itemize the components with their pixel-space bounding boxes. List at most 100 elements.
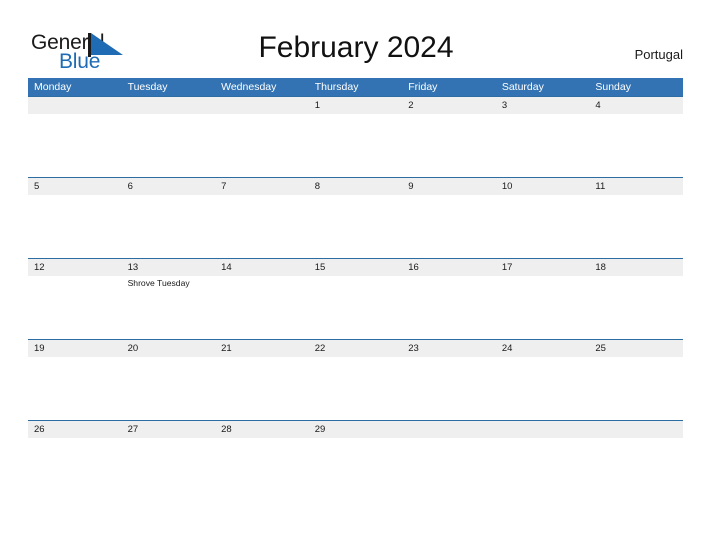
day-events: [496, 195, 590, 258]
week-date-band: 1234: [28, 96, 683, 114]
week-event-band: [28, 195, 683, 258]
day-events: [589, 357, 683, 420]
day-events: [309, 195, 403, 258]
day-number[interactable]: 24: [496, 340, 590, 357]
day-number[interactable]: 28: [215, 421, 309, 438]
day-number[interactable]: 14: [215, 259, 309, 276]
day-events: [589, 195, 683, 258]
day-events: [402, 438, 496, 501]
calendar-weeks: 1 2 3 4 5 6 7 8 9 10 11 12 13 14 15 16 17 18 Shrove Tuesda…: [28, 96, 683, 501]
day-number[interactable]: 22: [309, 340, 403, 357]
weekday-header-tuesday: Tuesday: [127, 81, 168, 93]
day-events: [122, 357, 216, 420]
week-event-band: [28, 114, 683, 177]
weekday-header-sunday: Sunday: [595, 81, 631, 93]
day-number: [122, 97, 216, 114]
page-header: General Blue February 2024 Portugal: [0, 0, 712, 76]
day-number[interactable]: 23: [402, 340, 496, 357]
day-number[interactable]: 6: [122, 178, 216, 195]
day-events: [589, 114, 683, 177]
day-number: [496, 421, 590, 438]
day-number[interactable]: 2: [402, 97, 496, 114]
day-number[interactable]: 7: [215, 178, 309, 195]
calendar-week-row: 12 13 14 15 16 17 18 Shrove Tuesday: [28, 258, 683, 339]
day-number[interactable]: 27: [122, 421, 216, 438]
day-events: [496, 357, 590, 420]
weekday-header-wednesday: Wednesday: [221, 81, 277, 93]
day-number[interactable]: 11: [589, 178, 683, 195]
weekday-header-monday: Monday: [34, 81, 72, 93]
day-events: [496, 276, 590, 339]
day-number[interactable]: 26: [28, 421, 122, 438]
day-events: [215, 357, 309, 420]
day-number: [28, 97, 122, 114]
day-events: [122, 114, 216, 177]
day-events: [215, 438, 309, 501]
holiday-label: Shrove Tuesday: [127, 278, 190, 288]
day-events: [589, 438, 683, 501]
day-events: [402, 195, 496, 258]
week-date-band: 26 27 28 29: [28, 420, 683, 438]
day-number[interactable]: 16: [402, 259, 496, 276]
day-number[interactable]: 12: [28, 259, 122, 276]
day-events: [28, 438, 122, 501]
day-number[interactable]: 17: [496, 259, 590, 276]
day-events: [28, 195, 122, 258]
calendar-week-row: 5 6 7 8 9 10 11: [28, 177, 683, 258]
day-events: [402, 276, 496, 339]
week-event-band: [28, 357, 683, 420]
day-events: Shrove Tuesday: [122, 276, 216, 339]
day-number[interactable]: 21: [215, 340, 309, 357]
calendar-week-row: 1234: [28, 96, 683, 177]
day-events: [215, 114, 309, 177]
day-events: [309, 357, 403, 420]
country-label: Portugal: [634, 47, 683, 62]
day-events: [28, 114, 122, 177]
week-date-band: 5 6 7 8 9 10 11: [28, 177, 683, 195]
week-date-band: 19 20 21 22 23 24 25: [28, 339, 683, 357]
day-events: [28, 276, 122, 339]
calendar-grid: Monday Tuesday Wednesday Thursday Friday…: [28, 78, 683, 501]
day-number[interactable]: 29: [309, 421, 403, 438]
day-events: [122, 195, 216, 258]
day-number: [215, 97, 309, 114]
day-events: [309, 114, 403, 177]
day-number[interactable]: 18: [589, 259, 683, 276]
day-number[interactable]: 19: [28, 340, 122, 357]
day-events: [402, 357, 496, 420]
day-number[interactable]: 4: [589, 97, 683, 114]
calendar-week-row: 19 20 21 22 23 24 25: [28, 339, 683, 420]
day-number[interactable]: 15: [309, 259, 403, 276]
day-number[interactable]: 9: [402, 178, 496, 195]
weekday-header-friday: Friday: [408, 81, 438, 93]
day-number: [589, 421, 683, 438]
week-event-band: [28, 438, 683, 501]
day-number: [402, 421, 496, 438]
day-events: [215, 276, 309, 339]
weekday-header-thursday: Thursday: [314, 81, 359, 93]
day-events: [309, 438, 403, 501]
day-number[interactable]: 13: [122, 259, 216, 276]
day-events: [402, 114, 496, 177]
day-events: [28, 357, 122, 420]
day-number[interactable]: 1: [309, 97, 403, 114]
weekday-header-saturday: Saturday: [501, 81, 544, 93]
day-events: [215, 195, 309, 258]
calendar-week-row: 26 27 28 29: [28, 420, 683, 501]
day-number[interactable]: 5: [28, 178, 122, 195]
weekday-header-row: Monday Tuesday Wednesday Thursday Friday…: [28, 78, 683, 96]
week-event-band: Shrove Tuesday: [28, 276, 683, 339]
day-events: [122, 438, 216, 501]
day-number[interactable]: 25: [589, 340, 683, 357]
day-number[interactable]: 3: [496, 97, 590, 114]
day-number[interactable]: 8: [309, 178, 403, 195]
day-events: [309, 276, 403, 339]
day-events: [496, 438, 590, 501]
day-events: [496, 114, 590, 177]
page-title: February 2024: [258, 31, 454, 64]
calendar-page: General Blue February 2024 Portugal Mond…: [0, 0, 712, 550]
day-number[interactable]: 10: [496, 178, 590, 195]
day-events: [589, 276, 683, 339]
day-number[interactable]: 20: [122, 340, 216, 357]
week-date-band: 12 13 14 15 16 17 18: [28, 258, 683, 276]
